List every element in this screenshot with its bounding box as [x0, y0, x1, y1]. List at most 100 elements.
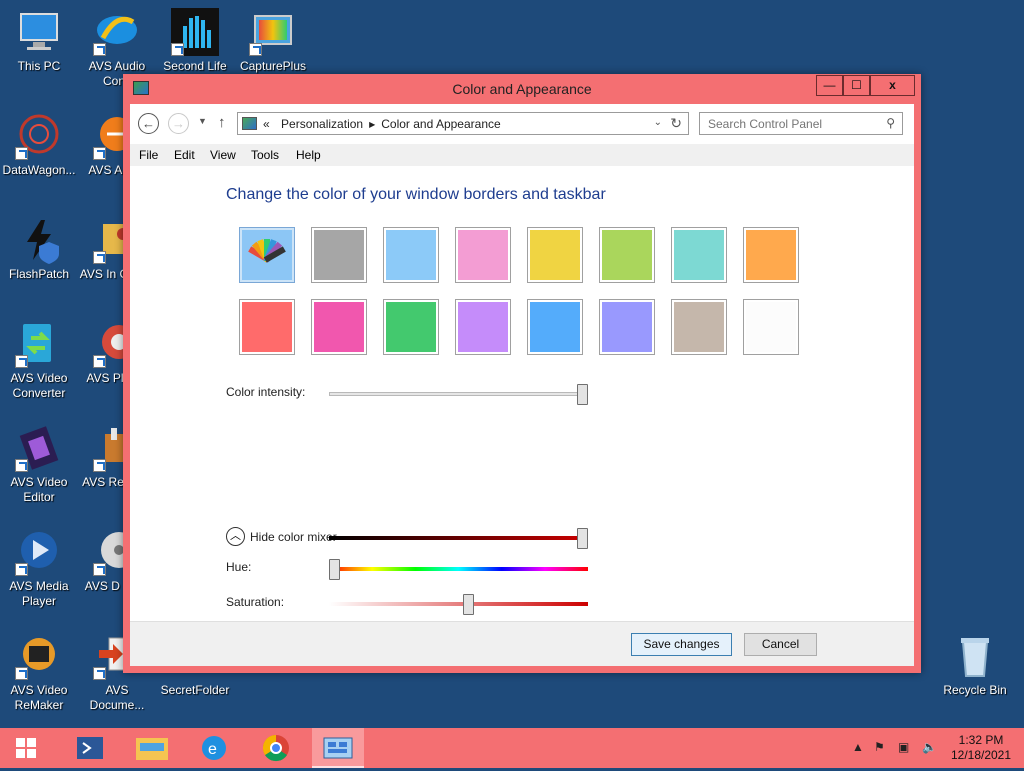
shortcut-arrow-icon: [249, 43, 262, 56]
color-appearance-window: Color and Appearance — ☐ x ← → ▼ ↑ « Per…: [123, 74, 921, 673]
color-swatch[interactable]: [527, 227, 583, 283]
second-life-icon: [171, 8, 219, 56]
shortcut-arrow-icon: [93, 251, 106, 264]
taskbar-chrome[interactable]: [250, 728, 302, 768]
avs-converter-icon: [15, 320, 63, 368]
taskbar-internet-explorer[interactable]: e: [188, 728, 240, 768]
breadcrumb-overflow[interactable]: «: [263, 117, 270, 131]
color-swatch[interactable]: [239, 227, 295, 283]
shortcut-arrow-icon: [15, 667, 28, 680]
network-icon[interactable]: ▣: [898, 740, 909, 754]
breadcrumb-personalization[interactable]: Personalization: [281, 117, 363, 131]
color-swatch[interactable]: [527, 299, 583, 355]
volume-icon[interactable]: 🔈: [922, 740, 937, 754]
color-swatch[interactable]: [455, 227, 511, 283]
chevron-up-icon[interactable]: ︿: [226, 527, 245, 546]
window-client: ← → ▼ ↑ « Personalization ▶ Color and Appe…: [130, 104, 914, 666]
breadcrumb-color-appearance[interactable]: Color and Appearance: [381, 117, 500, 131]
shortcut-arrow-icon: [93, 459, 106, 472]
recent-pages-chevron-icon[interactable]: ▼: [198, 116, 207, 126]
taskbar-powershell[interactable]: [64, 728, 116, 768]
minimize-button[interactable]: —: [816, 75, 843, 96]
color-swatch[interactable]: [599, 227, 655, 283]
maximize-button[interactable]: ☐: [843, 75, 870, 96]
close-button[interactable]: x: [870, 75, 915, 96]
desktop-icon-avs-video-converter[interactable]: AVS Video Converter: [0, 320, 78, 401]
save-changes-button[interactable]: Save changes: [631, 633, 732, 656]
forward-button[interactable]: →: [168, 113, 189, 134]
back-button[interactable]: ←: [138, 113, 159, 134]
desktop-icon-avs-video-remaker[interactable]: AVS Video ReMaker: [0, 632, 78, 713]
address-bar[interactable]: « Personalization ▶ Color and Appearance ⌄…: [237, 112, 689, 135]
navigation-bar: ← → ▼ ↑ « Personalization ▶ Color and Appe…: [130, 104, 914, 144]
color-intensity-label: Color intensity:: [226, 385, 306, 399]
desktop-icon-avs-media-player[interactable]: AVS Media Player: [0, 528, 78, 609]
slider-thumb[interactable]: [462, 594, 474, 615]
show-hidden-icons-icon[interactable]: ▲: [852, 740, 864, 754]
control-panel-icon: [242, 117, 257, 130]
cancel-button[interactable]: Cancel: [744, 633, 817, 656]
shortcut-arrow-icon: [15, 147, 28, 160]
page-title: Change the color of your window borders …: [226, 186, 606, 203]
captureplus-icon: [249, 8, 297, 56]
menu-view[interactable]: View: [210, 148, 236, 162]
title-bar[interactable]: Color and Appearance — ☐ x: [123, 74, 921, 104]
main-content: Change the color of your window borders …: [130, 166, 914, 621]
menu-edit[interactable]: Edit: [174, 148, 195, 162]
color-swatch[interactable]: [239, 299, 295, 355]
search-icon[interactable]: ⚲: [886, 116, 895, 130]
desktop-icon-flashpatch[interactable]: FlashPatch: [0, 216, 78, 282]
color-swatch[interactable]: [743, 227, 799, 283]
desktop-icon-second-life[interactable]: Second Life: [156, 8, 234, 74]
slider-track[interactable]: [329, 392, 588, 396]
hide-color-mixer-link[interactable]: Hide color mixer: [250, 530, 337, 544]
slider-thumb[interactable]: [329, 559, 340, 580]
start-button[interactable]: [0, 728, 52, 768]
color-swatch[interactable]: [671, 299, 727, 355]
color-swatch[interactable]: [455, 299, 511, 355]
color-swatch[interactable]: [311, 299, 367, 355]
slider-track[interactable]: [329, 536, 588, 540]
search-box[interactable]: ⚲: [699, 112, 903, 135]
clock-time: 1:32 PM: [958, 733, 1004, 747]
video-remaker-icon: [15, 632, 63, 680]
taskbar-file-explorer[interactable]: [126, 728, 178, 768]
desktop-icon-avs-video-editor[interactable]: AVS Video Editor: [0, 424, 78, 505]
slider-thumb[interactable]: [577, 528, 588, 549]
desktop-icon-recycle-bin[interactable]: Recycle Bin: [936, 632, 1014, 698]
shortcut-arrow-icon: [15, 355, 28, 368]
color-swatch[interactable]: [383, 299, 439, 355]
up-button[interactable]: ↑: [218, 114, 226, 131]
datawagon-icon: [15, 112, 63, 160]
menu-file[interactable]: File: [139, 148, 158, 162]
taskbar: e ▲ ⚑ ▣ 🔈 1:32 PM 12/18/2021: [0, 728, 1024, 768]
menu-tools[interactable]: Tools: [251, 148, 279, 162]
chevron-down-icon[interactable]: ⌄: [654, 117, 662, 128]
desktop-icon-datawagon[interactable]: DataWagon...: [0, 112, 78, 178]
color-swatch[interactable]: [311, 227, 367, 283]
search-input[interactable]: [700, 113, 875, 134]
action-center-flag-icon[interactable]: ⚑: [874, 740, 885, 754]
media-player-icon: [15, 528, 63, 576]
shortcut-arrow-icon: [15, 563, 28, 576]
dialog-footer: Save changes Cancel: [130, 621, 914, 666]
chevron-right-icon[interactable]: ▶: [369, 120, 375, 129]
color-swatch[interactable]: [599, 299, 655, 355]
color-swatch[interactable]: [671, 227, 727, 283]
menu-help[interactable]: Help: [296, 148, 321, 162]
color-swatch[interactable]: [383, 227, 439, 283]
saturation-label: Saturation:: [226, 595, 285, 609]
clock[interactable]: 1:32 PM 12/18/2021: [946, 733, 1016, 763]
slider-track[interactable]: [329, 567, 588, 571]
internet-explorer-icon: e: [202, 736, 226, 760]
breadcrumb: « Personalization ▶ Color and Appearance: [263, 117, 501, 131]
taskbar-control-panel[interactable]: [312, 728, 364, 768]
desktop-icon-captureplus[interactable]: CapturePlus: [234, 8, 312, 74]
color-swatch[interactable]: [743, 299, 799, 355]
refresh-icon[interactable]: ↻: [670, 115, 682, 132]
folder-icon: [136, 738, 168, 760]
slider-thumb[interactable]: [577, 384, 588, 405]
desktop-icon-this-pc[interactable]: This PC: [0, 8, 78, 74]
film-strip-icon: [15, 424, 63, 472]
slider-track[interactable]: [329, 602, 588, 606]
